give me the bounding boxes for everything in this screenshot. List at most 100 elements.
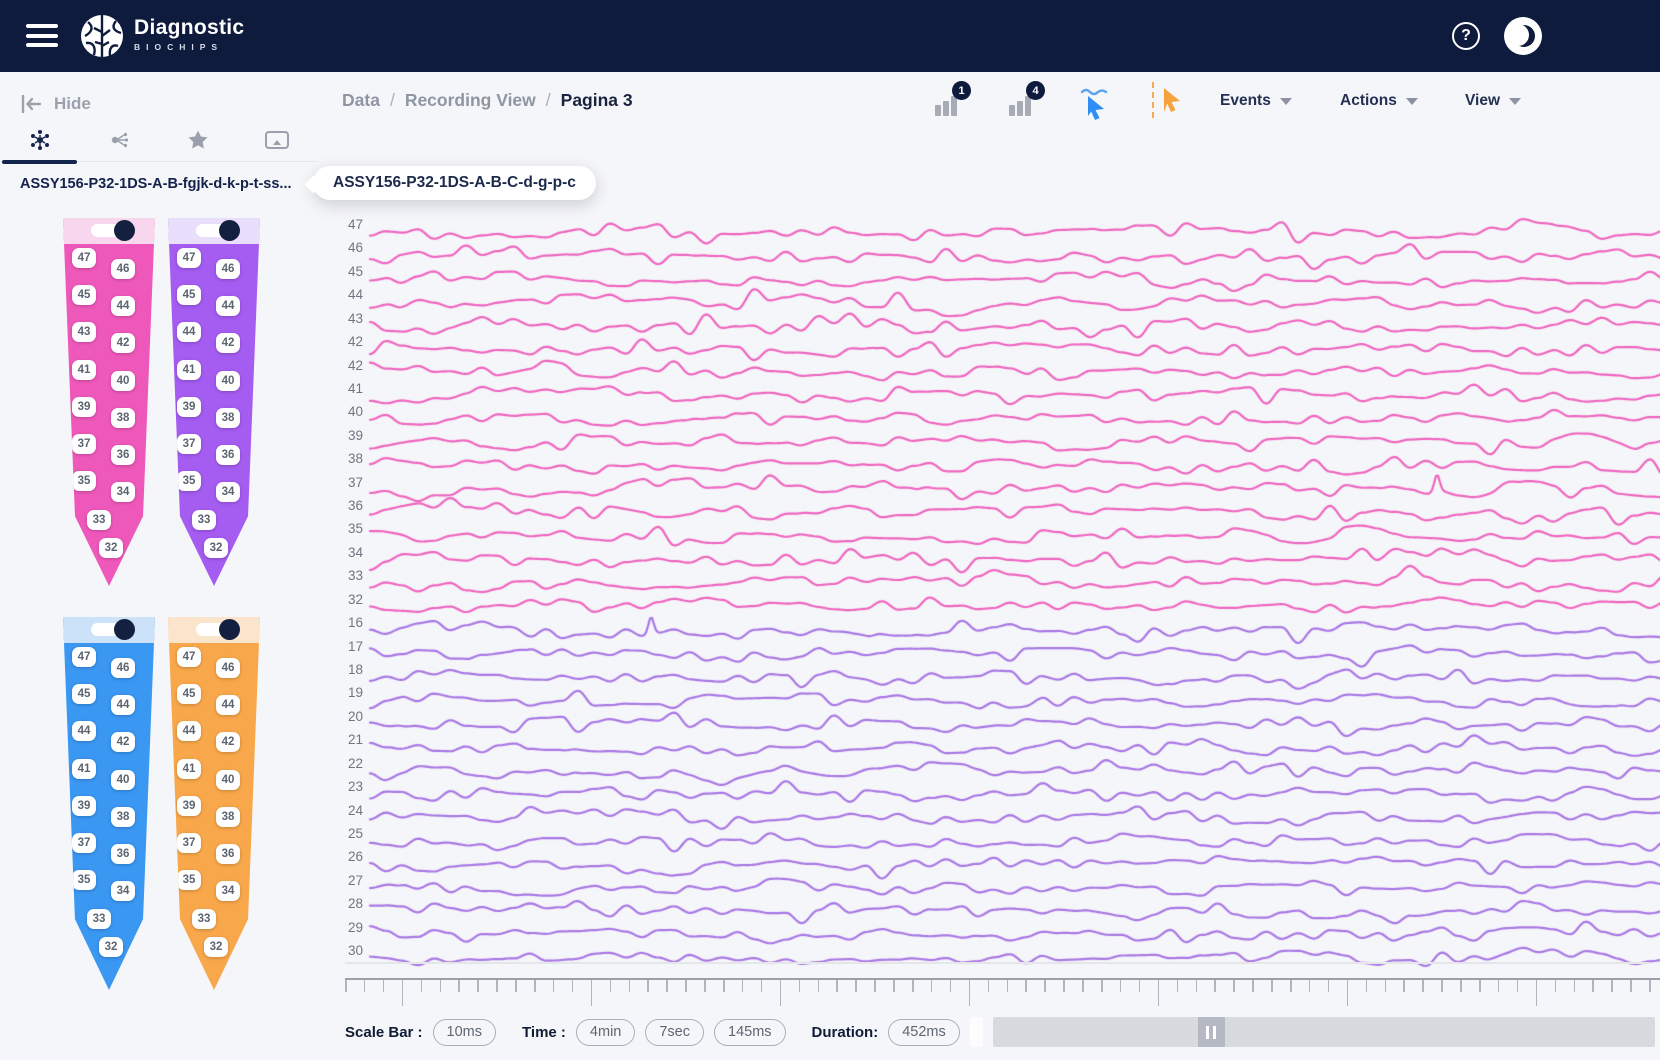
- shank-toggle[interactable]: [196, 224, 232, 237]
- channel-label: 34: [317, 545, 363, 560]
- electrode-chip[interactable]: 41: [177, 759, 201, 779]
- electrode-chip[interactable]: 40: [111, 371, 135, 391]
- electrode-chip[interactable]: 46: [216, 259, 240, 279]
- electrode-chip[interactable]: 37: [72, 833, 96, 853]
- scrollbar-cap: [970, 1017, 983, 1047]
- time-scrollbar-handle[interactable]: [1198, 1017, 1225, 1047]
- electrode-chip[interactable]: 42: [111, 333, 135, 353]
- hide-sidebar-button[interactable]: Hide: [20, 94, 91, 114]
- electrode-chip[interactable]: 44: [216, 695, 240, 715]
- shank-toggle[interactable]: [91, 224, 127, 237]
- electrode-chip[interactable]: 46: [216, 658, 240, 678]
- electrode-chip[interactable]: 39: [72, 397, 96, 417]
- scale-bar-label: Scale Bar :: [345, 1024, 423, 1041]
- electrode-chip[interactable]: 36: [216, 445, 240, 465]
- electrode-chip[interactable]: 42: [216, 732, 240, 752]
- electrode-chip[interactable]: 45: [72, 285, 96, 305]
- trace-cursor-tool-button[interactable]: [1080, 84, 1114, 118]
- tab-clusters[interactable]: [79, 128, 158, 161]
- electrode-chip[interactable]: 36: [216, 844, 240, 864]
- electrode-chip[interactable]: 46: [111, 259, 135, 279]
- electrode-chip[interactable]: 39: [72, 796, 96, 816]
- scale-bar-value[interactable]: 10ms: [433, 1019, 496, 1046]
- dark-mode-toggle-moon-icon[interactable]: [1504, 17, 1542, 55]
- electrode-chip[interactable]: 39: [177, 796, 201, 816]
- electrode-chip[interactable]: 38: [111, 807, 135, 827]
- electrode-chip[interactable]: 41: [72, 759, 96, 779]
- channel-label: 26: [317, 849, 363, 864]
- electrode-chip[interactable]: 41: [177, 360, 201, 380]
- shank-toggle[interactable]: [91, 623, 127, 636]
- electrode-chip[interactable]: 34: [111, 482, 135, 502]
- electrode-chip[interactable]: 47: [177, 647, 201, 667]
- electrode-chip[interactable]: 39: [177, 397, 201, 417]
- electrode-chip[interactable]: 35: [72, 471, 96, 491]
- orange-cursor-icon: [1160, 84, 1190, 120]
- electrode-chip[interactable]: 44: [216, 296, 240, 316]
- time-value-pill[interactable]: 7sec: [645, 1019, 704, 1046]
- electrode-chip[interactable]: 34: [216, 881, 240, 901]
- electrode-chip[interactable]: 38: [216, 807, 240, 827]
- electrode-chip[interactable]: 44: [177, 721, 201, 741]
- duration-value[interactable]: 452ms: [888, 1019, 960, 1046]
- electrode-chip[interactable]: 34: [216, 482, 240, 502]
- tab-favorites[interactable]: [159, 128, 238, 161]
- events-dropdown[interactable]: Events: [1220, 92, 1292, 110]
- electrode-chip[interactable]: 40: [216, 770, 240, 790]
- electrode-chip[interactable]: 32: [99, 538, 123, 558]
- electrode-chip[interactable]: 44: [111, 296, 135, 316]
- channel-label: 47: [317, 217, 363, 232]
- electrode-chip[interactable]: 45: [177, 285, 201, 305]
- electrode-chip[interactable]: 33: [192, 510, 216, 530]
- electrode-chip[interactable]: 36: [111, 844, 135, 864]
- electrode-chip[interactable]: 44: [177, 322, 201, 342]
- electrode-chip[interactable]: 33: [192, 909, 216, 929]
- electrode-chip[interactable]: 44: [72, 721, 96, 741]
- electrode-chip[interactable]: 38: [111, 408, 135, 428]
- chart-group-4-button[interactable]: 4: [1009, 90, 1039, 116]
- electrode-chip[interactable]: 37: [72, 434, 96, 454]
- electrode-chip[interactable]: 35: [177, 471, 201, 491]
- electrode-chip[interactable]: 32: [204, 538, 228, 558]
- electrode-chip[interactable]: 38: [216, 408, 240, 428]
- trace-canvas[interactable]: [317, 140, 1660, 980]
- electrode-chip[interactable]: 33: [87, 510, 111, 530]
- electrode-chip[interactable]: 37: [177, 434, 201, 454]
- shank-toggle[interactable]: [196, 623, 232, 636]
- electrode-chip[interactable]: 32: [204, 937, 228, 957]
- electrode-chip[interactable]: 41: [72, 360, 96, 380]
- tab-probe[interactable]: [0, 128, 79, 161]
- electrode-chip[interactable]: 47: [177, 248, 201, 268]
- time-value-pill[interactable]: 145ms: [714, 1019, 786, 1046]
- probe-name[interactable]: ASSY156-P32-1DS-A-B-fgjk-d-k-p-t-ss...: [20, 176, 312, 192]
- electrode-chip[interactable]: 47: [72, 647, 96, 667]
- electrode-chip[interactable]: 34: [111, 881, 135, 901]
- electrode-chip[interactable]: 43: [72, 322, 96, 342]
- hamburger-menu-icon[interactable]: [26, 24, 58, 48]
- electrode-chip[interactable]: 47: [72, 248, 96, 268]
- actions-dropdown[interactable]: Actions: [1340, 92, 1418, 110]
- electrode-chip[interactable]: 46: [111, 658, 135, 678]
- tab-screen-share[interactable]: [238, 128, 317, 161]
- electrode-chip[interactable]: 42: [216, 333, 240, 353]
- electrode-chip[interactable]: 40: [216, 371, 240, 391]
- electrode-chip[interactable]: 45: [177, 684, 201, 704]
- breadcrumb-item[interactable]: Data: [342, 90, 380, 111]
- view-dropdown[interactable]: View: [1465, 92, 1521, 110]
- electrode-chip[interactable]: 33: [87, 909, 111, 929]
- time-scrollbar-track[interactable]: [993, 1017, 1655, 1047]
- electrode-chip[interactable]: 36: [111, 445, 135, 465]
- event-cursor-tool-button[interactable]: [1160, 84, 1194, 118]
- electrode-chip[interactable]: 45: [72, 684, 96, 704]
- time-value-pill[interactable]: 4min: [576, 1019, 635, 1046]
- electrode-chip[interactable]: 35: [72, 870, 96, 890]
- breadcrumb-item[interactable]: Recording View: [405, 90, 536, 111]
- help-icon[interactable]: ?: [1452, 22, 1480, 50]
- chart-group-1-button[interactable]: 1: [935, 90, 965, 116]
- electrode-chip[interactable]: 42: [111, 732, 135, 752]
- electrode-chip[interactable]: 32: [99, 937, 123, 957]
- electrode-chip[interactable]: 40: [111, 770, 135, 790]
- electrode-chip[interactable]: 35: [177, 870, 201, 890]
- electrode-chip[interactable]: 44: [111, 695, 135, 715]
- electrode-chip[interactable]: 37: [177, 833, 201, 853]
